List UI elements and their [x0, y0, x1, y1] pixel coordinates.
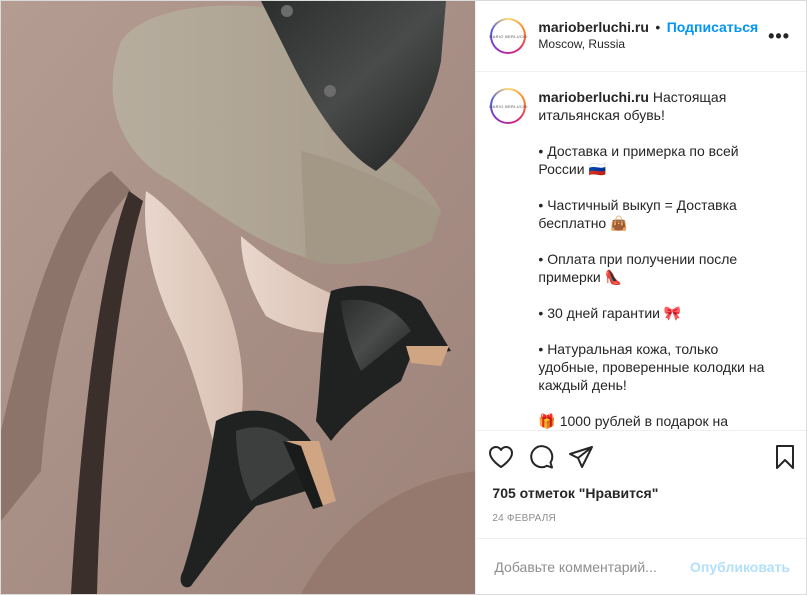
comment-icon: [530, 444, 554, 468]
bookmark-icon: [776, 444, 794, 469]
post-header: MARIO BERLUCHI marioberluchi.ru • Подпис…: [476, 1, 806, 72]
likes-count[interactable]: 705 отметок "Нравится": [476, 482, 806, 504]
save-button[interactable]: [756, 437, 796, 477]
caption: marioberluchi.ru Настоящая итальянская об…: [538, 88, 770, 430]
header-line: marioberluchi.ru • Подписаться: [538, 19, 764, 36]
heart-icon: [489, 445, 514, 468]
caption-avatar-inner: MARIO BERLUCHI: [489, 90, 527, 122]
post-image: [1, 1, 476, 594]
location-link[interactable]: Moscow, Russia: [538, 36, 764, 53]
comment-input[interactable]: [492, 557, 691, 576]
avatar-logo: MARIO BERLUCHI: [489, 33, 528, 39]
header-text: marioberluchi.ru • Подписаться Moscow, R…: [538, 19, 764, 53]
caption-username[interactable]: marioberluchi.ru: [538, 89, 648, 105]
follow-button[interactable]: Подписаться: [667, 19, 759, 35]
like-button[interactable]: [488, 437, 528, 477]
caption-area[interactable]: MARIO BERLUCHI marioberluchi.ru Настоящая…: [476, 72, 806, 430]
share-button[interactable]: [568, 437, 608, 477]
post-dialog: MARIO BERLUCHI marioberluchi.ru • Подпис…: [0, 0, 807, 595]
caption-avatar-logo: MARIO BERLUCHI: [489, 103, 528, 109]
comment-box: Опубликовать: [476, 538, 806, 594]
caption-text: Настоящая итальянская обувь! • Доставка …: [538, 89, 765, 429]
action-bar: [476, 430, 806, 482]
caption-avatar[interactable]: MARIO BERLUCHI: [489, 88, 527, 124]
avatar[interactable]: MARIO BERLUCHI: [489, 18, 527, 54]
post-comment-button[interactable]: Опубликовать: [690, 559, 790, 575]
more-options-icon[interactable]: •••: [764, 26, 794, 47]
post-panel: MARIO BERLUCHI marioberluchi.ru • Подпис…: [475, 1, 806, 594]
avatar-inner: MARIO BERLUCHI: [489, 20, 527, 52]
comment-button[interactable]: [528, 437, 568, 477]
username-link[interactable]: marioberluchi.ru: [538, 19, 648, 35]
share-icon: [569, 445, 594, 468]
post-photo[interactable]: [1, 1, 476, 594]
separator-dot: •: [655, 19, 661, 35]
post-date[interactable]: 24 февраля: [476, 504, 806, 534]
